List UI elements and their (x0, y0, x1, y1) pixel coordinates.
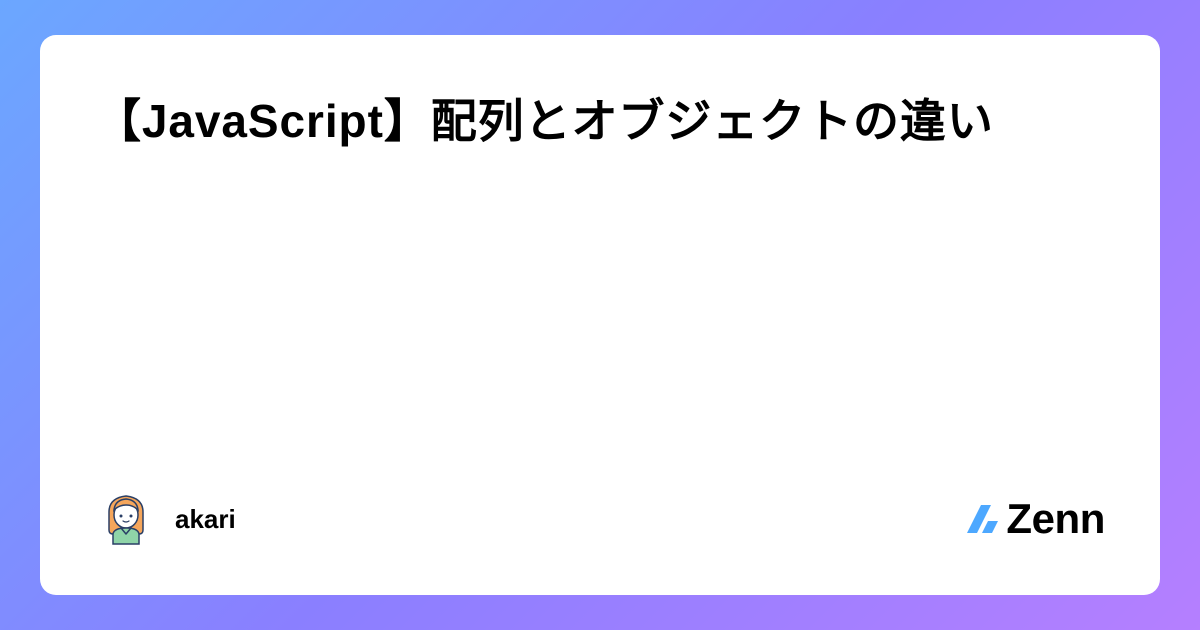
platform-logo: Zenn (964, 495, 1105, 543)
author-name: akari (175, 504, 236, 535)
social-card: 【JavaScript】配列とオブジェクトの違い (40, 35, 1160, 595)
article-title: 【JavaScript】配列とオブジェクトの違い (95, 85, 1105, 159)
card-footer: akari Zenn (95, 488, 1105, 550)
zenn-icon (964, 501, 1000, 537)
platform-name: Zenn (1006, 495, 1105, 543)
author-avatar (95, 488, 157, 550)
author-section: akari (95, 488, 236, 550)
